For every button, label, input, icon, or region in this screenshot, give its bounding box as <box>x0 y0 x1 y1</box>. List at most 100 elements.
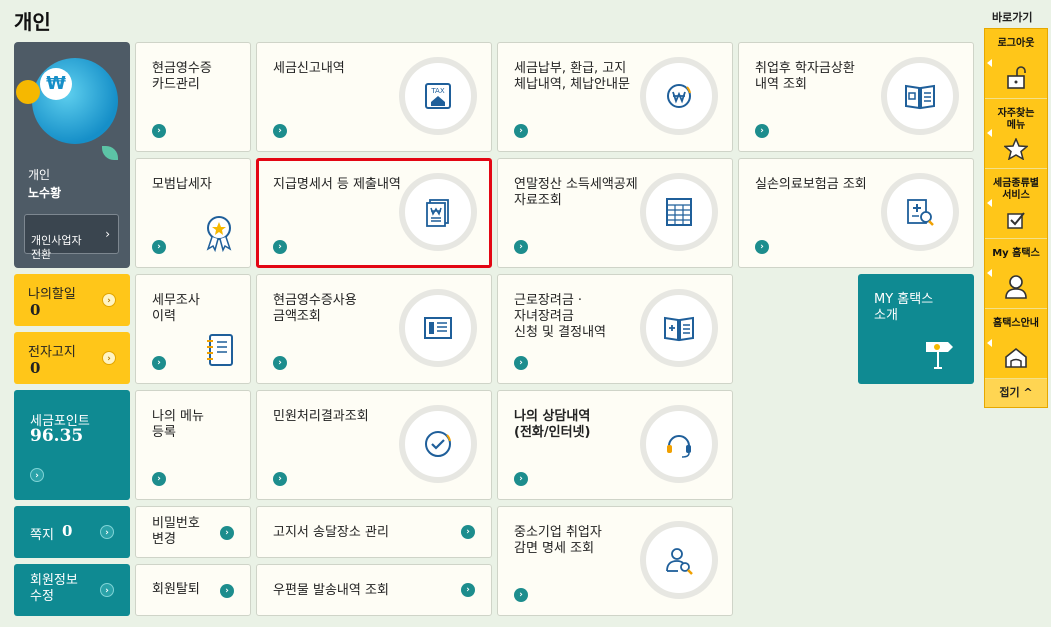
arrow-right-icon: › <box>30 468 44 482</box>
quick-menu-my-hometax[interactable]: My 홈택스 <box>985 239 1047 309</box>
message-label: 쪽지 <box>30 528 54 543</box>
card-label: 연말정산 소득세액공제 자료조회 <box>514 177 638 208</box>
card-label: 실손의료보험금 조회 <box>755 177 867 192</box>
message-count: 0 <box>62 522 73 540</box>
card-tax-report[interactable]: 세금신고내역 › TAX <box>256 42 492 152</box>
quick-menu-hometax-guide[interactable]: 홈택스안내 <box>985 309 1047 379</box>
member-edit-label: 회원정보 수정 <box>30 573 78 604</box>
card-withdraw[interactable]: 회원탈퇴 › <box>135 564 251 616</box>
user-type: 개인 <box>28 168 51 182</box>
check-circle-icon <box>399 405 477 483</box>
arrow-right-icon: › <box>102 351 116 365</box>
medical-search-icon <box>881 173 959 251</box>
my-hometax-intro-box[interactable]: MY 홈택스 소개 <box>858 274 974 384</box>
arrow-right-icon: › <box>514 240 528 254</box>
e-notice-box[interactable]: 전자고지 0 › <box>14 332 130 384</box>
leaf-decoration <box>102 146 118 160</box>
signpost-icon <box>926 342 953 369</box>
switch-business-label: 개인사업자 전환 <box>31 234 82 261</box>
arrow-right-icon: › <box>273 240 287 254</box>
won-coin-icon: ₩ <box>40 68 72 100</box>
won-coin-icon <box>640 57 718 135</box>
card-label: 중소기업 취업자 감면 명세 조회 <box>514 525 602 556</box>
quick-menu: 로그아웃 자주찾는 메뉴 세금종류별 서비스 My 홈택스 홈택스안내 접기 ^ <box>984 28 1048 408</box>
card-earned-income[interactable]: 근로장려금 · 자녀장려금 신청 및 결정내역 › <box>497 274 733 384</box>
triangle-left-icon <box>987 339 992 347</box>
card-label: 모범납세자 <box>152 177 212 192</box>
arrow-right-icon: › <box>152 240 166 254</box>
quick-menu-label: 홈택스안내 <box>993 318 1039 329</box>
card-medical-insurance[interactable]: 실손의료보험금 조회 › <box>738 158 974 268</box>
card-label: 근로장려금 · 자녀장려금 신청 및 결정내역 <box>514 293 606 340</box>
headset-icon <box>640 405 718 483</box>
triangle-left-icon <box>987 129 992 137</box>
person-icon <box>1005 275 1027 299</box>
won-document-icon <box>399 173 477 251</box>
arrow-right-icon: › <box>100 525 114 539</box>
arrow-right-icon: › <box>152 124 166 138</box>
notebook-icon <box>207 334 233 366</box>
profile-panel: ₩ 개인 노수황 개인사업자 전환 › <box>14 42 130 268</box>
todo-label: 나의할일 <box>28 287 76 302</box>
tax-points-box[interactable]: 세금포인트 96.35 › <box>14 390 130 500</box>
arrow-right-icon: › <box>514 588 528 602</box>
sun-decoration <box>16 80 40 104</box>
award-ribbon-icon <box>206 216 232 253</box>
arrow-right-icon: › <box>152 356 166 370</box>
card-model-taxpayer[interactable]: 모범납세자 › <box>135 158 251 268</box>
arrow-right-icon: › <box>461 525 475 539</box>
chevron-right-icon: › <box>105 227 110 241</box>
card-mail-history[interactable]: 우편물 발송내역 조회 › <box>256 564 492 616</box>
tax-house-icon: TAX <box>399 57 477 135</box>
arrow-right-icon: › <box>100 583 114 597</box>
todo-box[interactable]: 나의할일 0 › <box>14 274 130 326</box>
e-notice-count: 0 <box>30 359 41 377</box>
message-box[interactable]: 쪽지 0 › <box>14 506 130 558</box>
star-icon <box>1004 138 1028 160</box>
card-year-end[interactable]: 연말정산 소득세액공제 자료조회 › <box>497 158 733 268</box>
card-student-loan[interactable]: 취업후 학자금상환 내역 조회 › <box>738 42 974 152</box>
quick-menu-favorites[interactable]: 자주찾는 메뉴 <box>985 99 1047 169</box>
card-password-change[interactable]: 비밀번호 변경 › <box>135 506 251 558</box>
card-cash-receipt-card[interactable]: 현금영수증 카드관리 › <box>135 42 251 152</box>
arrow-right-icon: › <box>102 293 116 307</box>
user-name: 노수황 <box>28 186 62 200</box>
quick-menu-label: 로그아웃 <box>997 38 1035 49</box>
quick-menu-tax-type-service[interactable]: 세금종류별 서비스 <box>985 169 1047 239</box>
triangle-left-icon <box>987 59 992 67</box>
card-payment-statement[interactable]: 지급명세서 등 제출내역 › <box>256 158 492 268</box>
checkbox-icon <box>1007 212 1025 229</box>
card-label: 고지서 송달장소 관리 <box>273 525 389 540</box>
arrow-right-icon: › <box>220 526 234 540</box>
switch-business-button[interactable]: 개인사업자 전환 › <box>24 214 119 261</box>
card-sme-reduction[interactable]: 중소기업 취업자 감면 명세 조회 › <box>497 506 733 616</box>
unlock-icon <box>1007 66 1026 89</box>
arrow-right-icon: › <box>273 472 287 486</box>
quick-menu-label: My 홈택스 <box>992 248 1040 259</box>
quick-menu-collapse-button[interactable]: 접기 ^ <box>985 379 1047 407</box>
card-label: 나의 상담내역 (전화/인터넷) <box>514 409 591 440</box>
arrow-right-icon: › <box>755 124 769 138</box>
card-label: 세금납부, 환급, 고지 체납내역, 체납안내문 <box>514 61 630 92</box>
triangle-left-icon <box>987 199 992 207</box>
card-consultation[interactable]: 나의 상담내역 (전화/인터넷) › <box>497 390 733 500</box>
page-title: 개인 <box>14 10 51 34</box>
quick-menu-logout[interactable]: 로그아웃 <box>985 29 1047 99</box>
todo-count: 0 <box>30 301 41 319</box>
spreadsheet-icon <box>640 173 718 251</box>
arrow-right-icon: › <box>461 583 475 597</box>
member-edit-box[interactable]: 회원정보 수정 › <box>14 564 130 616</box>
card-label: 우편물 발송내역 조회 <box>273 583 389 598</box>
receipt-list-icon <box>399 289 477 367</box>
card-civil-result[interactable]: 민원처리결과조회 › <box>256 390 492 500</box>
card-tax-audit[interactable]: 세무조사 이력 › <box>135 274 251 384</box>
card-my-menu[interactable]: 나의 메뉴 등록 › <box>135 390 251 500</box>
arrow-right-icon: › <box>273 356 287 370</box>
quick-menu-label: 자주찾는 메뉴 <box>997 108 1035 131</box>
card-cash-usage[interactable]: 현금영수증사용 금액조회 › <box>256 274 492 384</box>
card-tax-payment[interactable]: 세금납부, 환급, 고지 체납내역, 체납안내문 › <box>497 42 733 152</box>
card-label: 세무조사 이력 <box>152 293 200 324</box>
card-notice-address[interactable]: 고지서 송달장소 관리 › <box>256 506 492 558</box>
my-hometax-intro-label: MY 홈택스 소개 <box>874 292 934 323</box>
card-label: 비밀번호 변경 <box>152 516 200 547</box>
